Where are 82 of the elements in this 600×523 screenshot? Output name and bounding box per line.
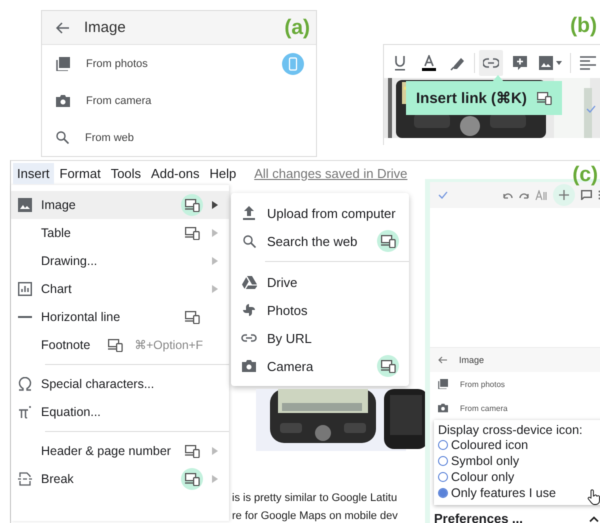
devices-icon bbox=[380, 234, 396, 248]
checkmark-icon[interactable] bbox=[438, 191, 448, 199]
triangle-logo-icon bbox=[242, 276, 256, 288]
menu-item[interactable]: From photos bbox=[430, 372, 600, 396]
shortcut-text: ⌘+Option+F bbox=[134, 338, 203, 352]
add-comment-icon bbox=[512, 55, 528, 71]
radio-option[interactable]: Only features I use bbox=[438, 485, 556, 501]
menu-item[interactable]: From web bbox=[42, 119, 316, 156]
menu-bar-item[interactable]: Help bbox=[205, 162, 240, 184]
redo-icon[interactable] bbox=[519, 192, 529, 198]
photos-icon bbox=[438, 379, 448, 389]
camera-icon bbox=[56, 94, 70, 106]
link-icon bbox=[241, 334, 257, 342]
radio-option[interactable]: Coloured icon bbox=[438, 437, 528, 453]
camera-icon bbox=[242, 360, 256, 372]
back-arrow-icon[interactable] bbox=[438, 356, 447, 364]
upload-icon bbox=[243, 206, 255, 220]
pinwheel-icon bbox=[242, 303, 256, 317]
devices-icon bbox=[184, 472, 200, 486]
menu-bar-item[interactable]: Insert bbox=[13, 162, 54, 184]
devices-icon bbox=[380, 360, 396, 372]
panel-label: (c) bbox=[572, 163, 598, 187]
link-icon bbox=[483, 55, 500, 71]
save-status-link[interactable]: All changes saved in Drive bbox=[254, 166, 408, 180]
align-left-icon bbox=[580, 55, 596, 71]
menu-item[interactable]: Special characters... bbox=[11, 370, 229, 398]
menu-item[interactable]: Drawing... bbox=[11, 247, 229, 275]
highlighter-icon bbox=[450, 55, 466, 71]
search-icon bbox=[56, 131, 69, 144]
text-color-icon bbox=[420, 55, 437, 71]
plus-icon bbox=[559, 190, 569, 200]
menu-item[interactable]: From camera bbox=[430, 396, 600, 420]
menu-bar-item[interactable]: Tools bbox=[106, 162, 146, 184]
menu-bar-item[interactable]: Add-ons bbox=[147, 162, 204, 184]
chart-icon bbox=[18, 282, 32, 296]
menu-item[interactable]: Image bbox=[11, 191, 229, 219]
checkmark-icon bbox=[586, 105, 596, 113]
menu-item[interactable]: Header & page number bbox=[11, 437, 229, 465]
omega-icon bbox=[18, 377, 32, 391]
toolbar-button[interactable] bbox=[478, 50, 504, 76]
menu-item[interactable]: By URL bbox=[231, 324, 409, 352]
menu-item[interactable]: Search the web bbox=[231, 227, 409, 255]
tooltip-text: Insert link (⌘K) bbox=[416, 89, 527, 107]
menu-bar-item[interactable]: Format bbox=[56, 162, 105, 184]
radio-option[interactable]: Symbol only bbox=[438, 453, 520, 469]
menu-item[interactable]: Footnote ⌘+Option+F bbox=[11, 331, 229, 359]
menu-item[interactable]: Photos bbox=[231, 296, 409, 324]
menu-title: Image bbox=[459, 355, 484, 365]
search-icon bbox=[242, 234, 256, 248]
menu-item[interactable]: From camera bbox=[42, 82, 316, 119]
collapse-caret-icon[interactable] bbox=[589, 516, 599, 522]
image-icon bbox=[18, 198, 32, 212]
photos-icon bbox=[56, 56, 70, 70]
radio-option[interactable]: Colour only bbox=[438, 469, 514, 485]
menu-item[interactable]: Camera bbox=[231, 352, 409, 380]
menu-item[interactable]: Break bbox=[11, 465, 229, 493]
add-button[interactable] bbox=[553, 184, 575, 206]
undo-icon[interactable] bbox=[503, 192, 513, 198]
text-format-icon[interactable] bbox=[535, 190, 547, 200]
comment-icon[interactable] bbox=[581, 190, 592, 200]
menu-item[interactable]: Drive bbox=[231, 268, 409, 296]
devices-icon bbox=[184, 198, 200, 212]
prompt-text: Display cross-device icon: bbox=[438, 423, 584, 437]
panel-label: (a) bbox=[284, 16, 310, 40]
menu-item[interactable]: Equation... bbox=[11, 398, 229, 426]
page-break-icon bbox=[18, 472, 32, 486]
menu-title: Image bbox=[84, 19, 126, 36]
camera-icon bbox=[438, 403, 448, 413]
menu-item[interactable]: From photos bbox=[42, 45, 316, 82]
document-text: is is pretty similar to Google Latitu bbox=[232, 491, 398, 506]
devices-icon bbox=[536, 92, 552, 104]
horizontal-line-icon bbox=[18, 315, 32, 319]
back-arrow-icon[interactable] bbox=[56, 22, 70, 34]
preferences-title: Preferences ... bbox=[434, 511, 523, 523]
menu-item[interactable]: Upload from computer bbox=[231, 199, 409, 227]
menu-item[interactable]: Chart bbox=[11, 275, 229, 303]
image-icon bbox=[539, 55, 564, 71]
menu-item[interactable]: Table bbox=[11, 219, 229, 247]
menu-item[interactable]: Horizontal line bbox=[11, 303, 229, 331]
pi-icon bbox=[18, 405, 32, 419]
document-text: re for Google Maps on mobile dev bbox=[232, 509, 398, 523]
panel-label: (b) bbox=[570, 14, 597, 39]
